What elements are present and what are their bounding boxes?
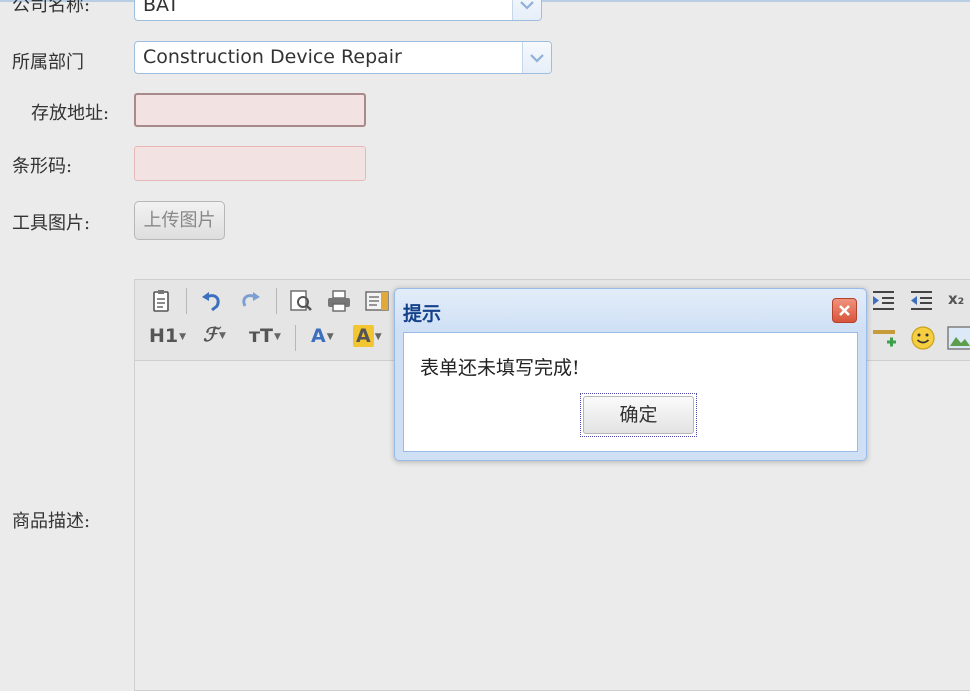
chevron-down-icon: [520, 1, 534, 10]
paste-icon[interactable]: [149, 288, 175, 314]
preview-icon[interactable]: [288, 288, 314, 314]
department-value: Construction Device Repair: [143, 46, 402, 68]
ok-button[interactable]: 确定: [583, 396, 694, 434]
chevron-down-icon: [530, 54, 544, 63]
template-icon[interactable]: [364, 288, 390, 314]
company-dropdown-button[interactable]: [512, 0, 541, 20]
toolbar-separator: [186, 288, 187, 314]
company-label: 公司名称:: [12, 0, 91, 16]
highlight-label: A: [353, 325, 374, 347]
font-size-label: ᴛT: [249, 325, 273, 347]
font-family-button[interactable]: ℱ▼: [203, 324, 226, 346]
heading-label: H1: [149, 325, 179, 347]
font-color-button[interactable]: A▼: [311, 325, 334, 347]
print-icon[interactable]: [326, 288, 352, 314]
emoticon-icon[interactable]: [910, 325, 936, 351]
outdent-icon[interactable]: [908, 288, 934, 314]
font-color-label: A: [311, 325, 326, 347]
alert-dialog: 提示 表单还未填写完成! 确定: [394, 288, 867, 461]
toolbar-separator: [276, 288, 277, 314]
line-add-icon[interactable]: [872, 325, 898, 351]
subscript-button[interactable]: x₂: [948, 290, 964, 308]
department-select[interactable]: Construction Device Repair: [134, 41, 552, 74]
dialog-message: 表单还未填写完成!: [420, 357, 580, 379]
close-icon: [839, 305, 850, 316]
department-dropdown-button[interactable]: [522, 42, 551, 73]
chevron-down-icon: ▼: [273, 331, 281, 342]
dialog-body: 表单还未填写完成! 确定: [403, 332, 858, 452]
font-size-button[interactable]: ᴛT▼: [249, 325, 281, 347]
department-label: 所属部门: [12, 52, 84, 73]
toolbar-separator: [295, 325, 296, 351]
chevron-down-icon: ▼: [179, 331, 187, 342]
dialog-close-button[interactable]: [832, 298, 857, 323]
font-family-label: ℱ: [203, 324, 218, 346]
storage-input[interactable]: [134, 93, 366, 127]
highlight-button[interactable]: A ▼: [353, 325, 382, 347]
chevron-down-icon: ▼: [374, 331, 382, 342]
image-icon[interactable]: [947, 325, 970, 351]
indent-icon[interactable]: [870, 288, 896, 314]
tool-image-label: 工具图片:: [12, 213, 91, 234]
storage-label: 存放地址:: [31, 103, 110, 124]
company-value: BAT: [143, 0, 180, 16]
company-select[interactable]: BAT: [134, 0, 542, 21]
chevron-down-icon: ▼: [326, 331, 334, 342]
chevron-down-icon: ▼: [218, 331, 226, 341]
description-label: 商品描述:: [12, 511, 91, 532]
barcode-input[interactable]: [134, 146, 366, 181]
undo-icon[interactable]: [199, 288, 225, 314]
barcode-label: 条形码:: [12, 156, 73, 177]
upload-image-button[interactable]: 上传图片: [134, 201, 225, 240]
dialog-title: 提示: [403, 303, 442, 325]
ok-button-focus-ring: 确定: [580, 393, 697, 437]
heading-button[interactable]: H1▼: [149, 325, 186, 347]
dialog-header[interactable]: 提示: [395, 289, 866, 331]
redo-icon[interactable]: [237, 288, 263, 314]
